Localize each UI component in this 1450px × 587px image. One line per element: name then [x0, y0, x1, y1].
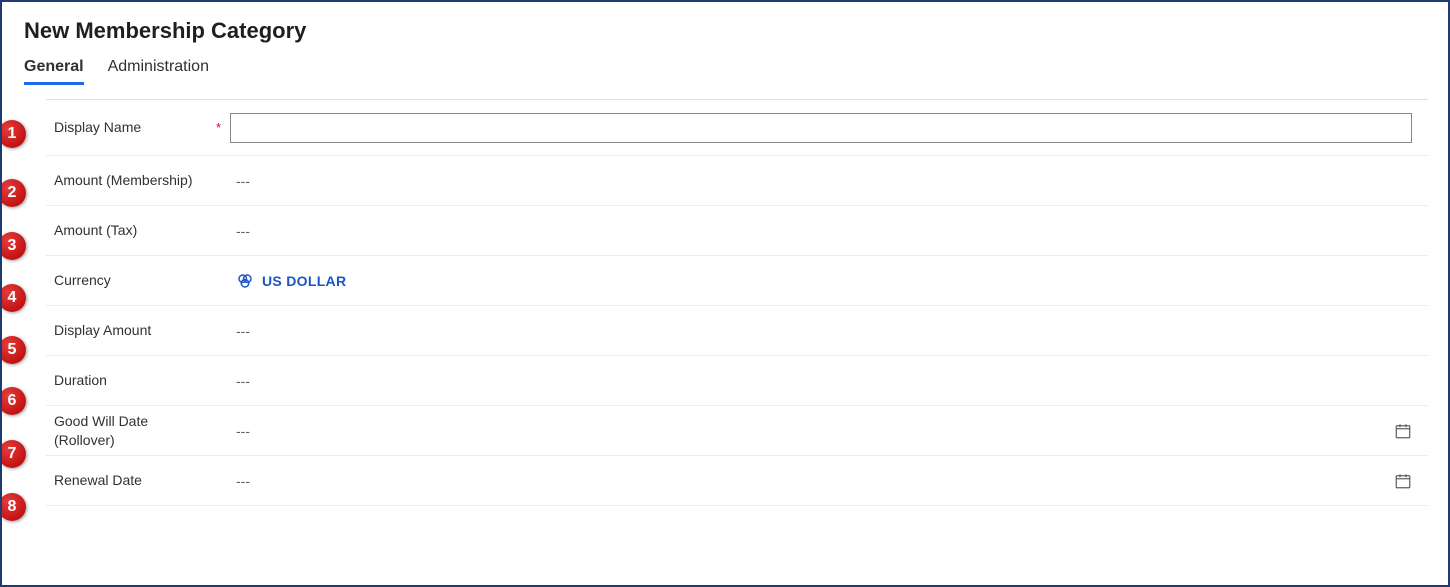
display-name-input[interactable] — [230, 113, 1412, 143]
label-renewal-date: Renewal Date — [46, 471, 216, 489]
label-goodwill-date: Good Will Date (Rollover) — [46, 412, 216, 448]
tab-general[interactable]: General — [24, 54, 84, 85]
callout-badge-7: 7 — [0, 440, 26, 468]
calendar-icon[interactable] — [1394, 472, 1412, 490]
row-renewal-date: Renewal Date --- — [46, 456, 1428, 506]
amount-membership-value[interactable]: --- — [230, 173, 250, 189]
row-currency: Currency US DOLLAR — [46, 256, 1428, 306]
label-duration: Duration — [46, 371, 216, 389]
calendar-icon[interactable] — [1394, 422, 1412, 440]
callout-badge-2: 2 — [0, 179, 26, 207]
currency-lookup[interactable]: US DOLLAR — [230, 272, 346, 290]
form-frame: New Membership Category General Administ… — [0, 0, 1450, 587]
row-duration: Duration --- — [46, 356, 1428, 406]
goodwill-date-value[interactable]: --- — [230, 423, 250, 439]
callout-badge-1: 1 — [0, 120, 26, 148]
currency-value: US DOLLAR — [262, 273, 346, 289]
display-amount-value[interactable]: --- — [230, 323, 250, 339]
row-display-name: Display Name * — [46, 100, 1428, 156]
form-area: Display Name * Amount (Membership) --- A… — [46, 99, 1428, 506]
label-display-amount: Display Amount — [46, 321, 216, 339]
label-display-name: Display Name — [46, 118, 216, 136]
callout-badge-8: 8 — [0, 493, 26, 521]
label-currency: Currency — [46, 271, 216, 289]
page-title: New Membership Category — [24, 18, 1428, 44]
callout-badge-6: 6 — [0, 387, 26, 415]
row-amount-tax: Amount (Tax) --- — [46, 206, 1428, 256]
callout-badge-4: 4 — [0, 284, 26, 312]
required-mark: * — [216, 120, 221, 135]
row-display-amount: Display Amount --- — [46, 306, 1428, 356]
tab-bar: General Administration — [24, 54, 1428, 85]
label-amount-tax: Amount (Tax) — [46, 221, 216, 239]
duration-value[interactable]: --- — [230, 373, 250, 389]
label-amount-membership: Amount (Membership) — [46, 171, 216, 189]
renewal-date-value[interactable]: --- — [230, 473, 250, 489]
amount-tax-value[interactable]: --- — [230, 223, 250, 239]
callout-badge-3: 3 — [0, 232, 26, 260]
tab-administration[interactable]: Administration — [108, 54, 209, 85]
callout-badge-5: 5 — [0, 336, 26, 364]
currency-entity-icon — [236, 272, 254, 290]
row-goodwill-date: Good Will Date (Rollover) --- — [46, 406, 1428, 456]
row-amount-membership: Amount (Membership) --- — [46, 156, 1428, 206]
